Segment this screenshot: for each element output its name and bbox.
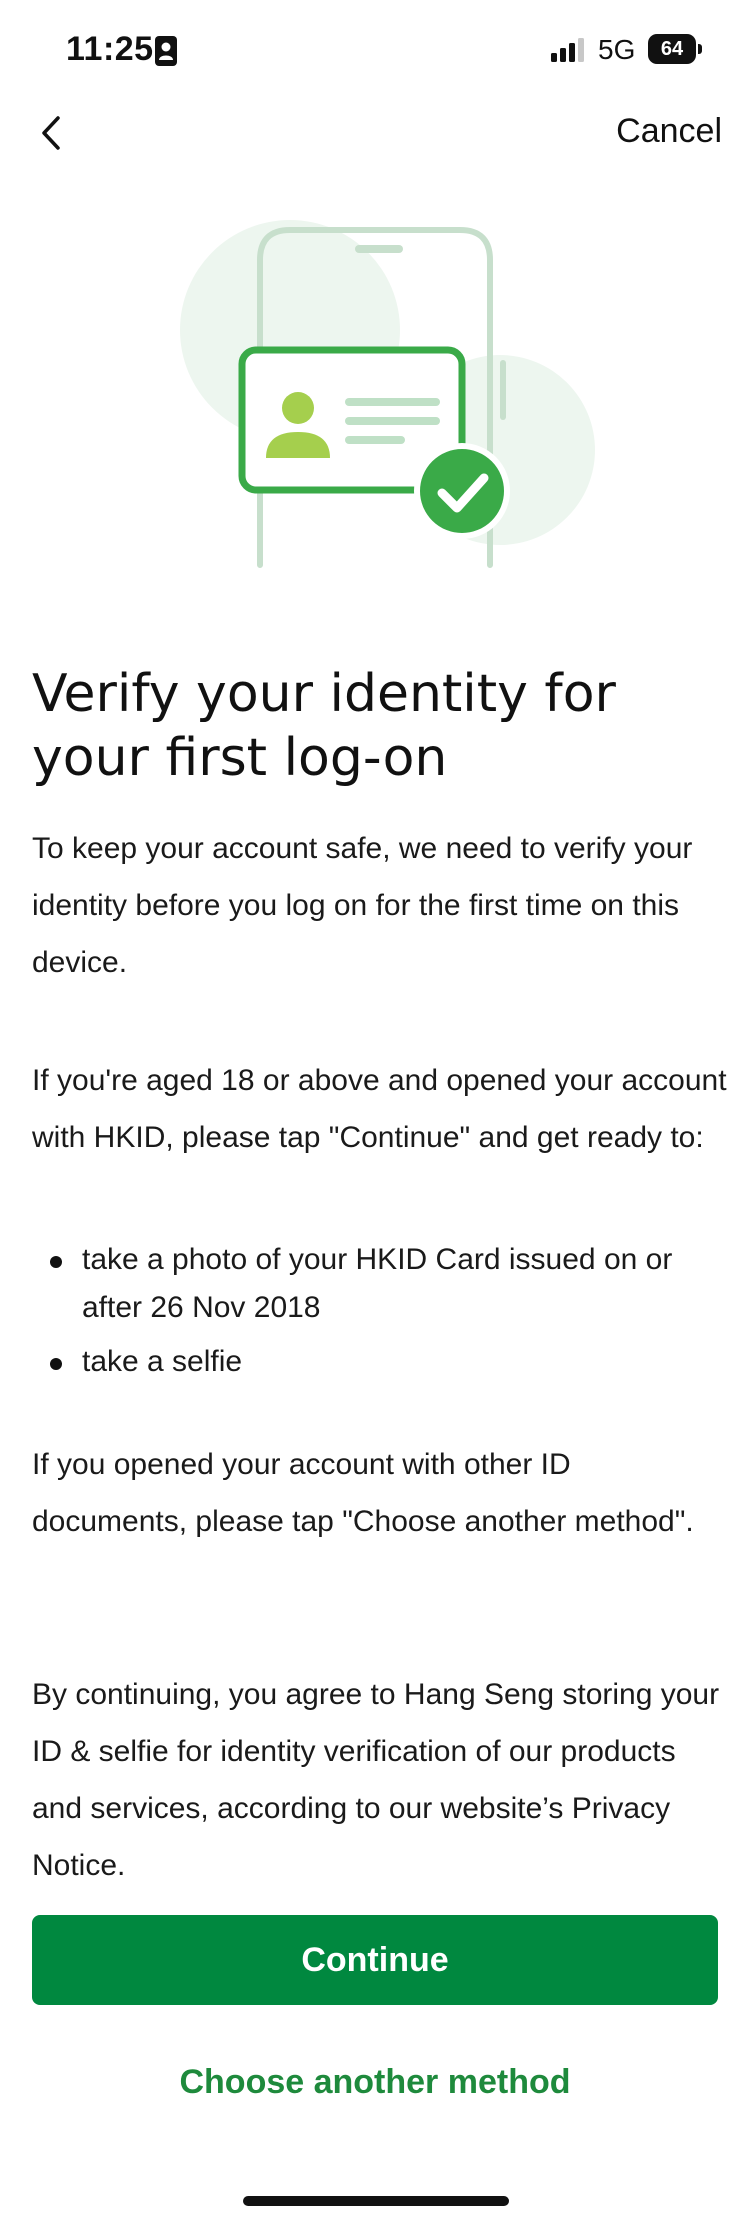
- battery-tip: [698, 44, 702, 54]
- battery-icon: 64: [648, 34, 702, 64]
- intro-text: To keep your account safe, we need to ve…: [32, 832, 693, 979]
- battery-level: 64: [648, 34, 696, 64]
- signal-bars-icon: [551, 38, 584, 62]
- continue-button[interactable]: Continue: [32, 1915, 718, 2005]
- cancel-button[interactable]: Cancel: [616, 112, 722, 151]
- hkid-instructions-text: If you're aged 18 or above and opened yo…: [32, 1064, 727, 1154]
- network-type: 5G: [598, 34, 636, 65]
- contact-card-icon: [155, 36, 177, 66]
- home-indicator[interactable]: [243, 2196, 509, 2206]
- requirements-list: take a photo of your HKID Card issued on…: [32, 1236, 732, 1386]
- status-time: 11:25: [66, 30, 154, 68]
- id-card-verified-illustration: [180, 220, 595, 568]
- list-item: take a selfie: [32, 1338, 732, 1386]
- chevron-left-icon[interactable]: [30, 108, 74, 158]
- choose-another-method-button[interactable]: Choose another method: [32, 2052, 718, 2112]
- consent-text: By continuing, you agree to Hang Seng st…: [32, 1678, 720, 1882]
- page-title: Verify your identity for your first log-…: [32, 664, 616, 788]
- other-id-text: If you opened your account with other ID…: [32, 1448, 694, 1538]
- status-bar: 11:25 5G 64: [0, 0, 750, 100]
- list-item: take a photo of your HKID Card issued on…: [32, 1236, 732, 1332]
